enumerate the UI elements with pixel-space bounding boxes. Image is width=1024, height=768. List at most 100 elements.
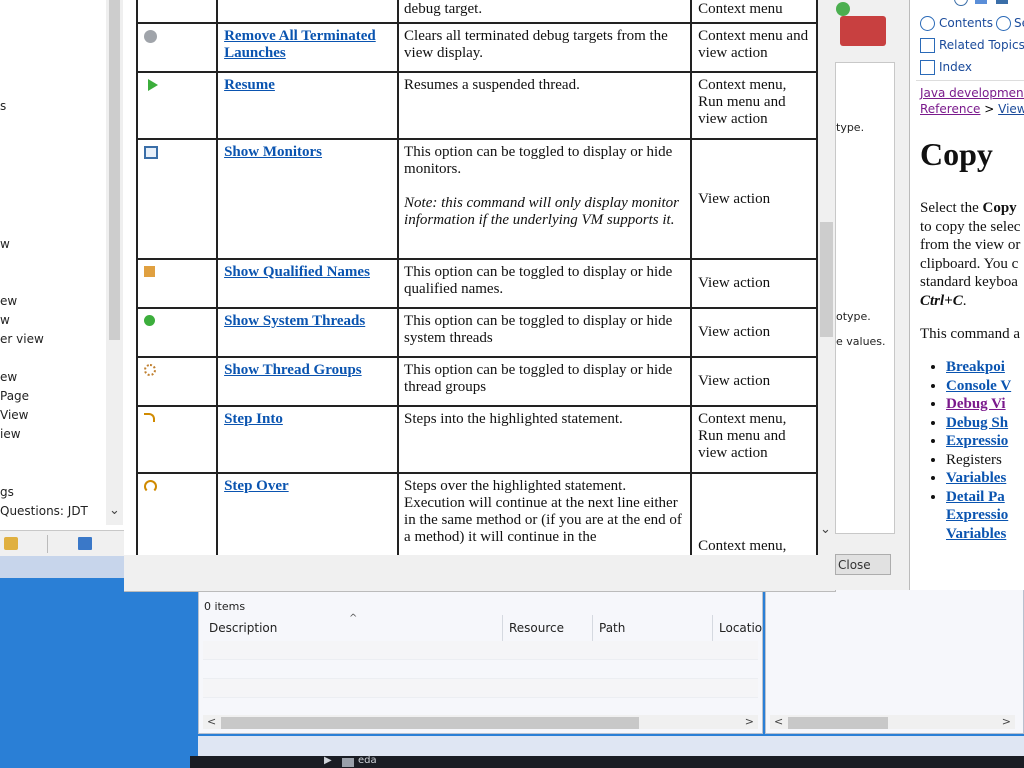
link-console[interactable]: Console V [946, 378, 1011, 394]
table-row: Resume Resumes a suspended thread. Conte… [135, 71, 818, 140]
row-desc: Steps into the highlighted statement. [397, 405, 693, 474]
command-link-resume[interactable]: Resume [224, 77, 275, 93]
command-link-show-thread-groups[interactable]: Show Thread Groups [224, 362, 362, 378]
nav-item[interactable]: s [0, 99, 6, 113]
row-desc: This option can be toggled to display or… [397, 356, 693, 407]
chevron-down-icon[interactable]: ⌄ [820, 522, 831, 537]
row-name-cell: Remove All Terminated Launches [216, 22, 400, 73]
link-expressions-continued[interactable]: Expressio [946, 507, 1008, 523]
nav-tab-bar [0, 530, 124, 556]
breadcrumb-views[interactable]: Views [998, 102, 1024, 116]
list-item: Expressio [946, 432, 1011, 451]
nav-item[interactable]: View [0, 408, 28, 422]
link-variables-continued[interactable]: Variables [946, 526, 1006, 542]
command-link-show-system-threads[interactable]: Show System Threads [224, 313, 365, 329]
nav-vertical-scrollbar[interactable]: ⌄ [106, 0, 123, 525]
sync-icon[interactable] [975, 0, 987, 4]
nav-item[interactable]: er view [0, 332, 44, 346]
table-row: debug target. Context menu [135, 0, 818, 24]
content-vertical-scrollbar[interactable]: ⌄ [818, 0, 835, 555]
toolbar-related-link[interactable]: Related Topics [939, 38, 1024, 52]
row-name-cell: Step Into [216, 405, 400, 474]
text: to copy the selec [920, 218, 1021, 235]
index-icon [920, 60, 935, 75]
problems-horizontal-scrollbar[interactable]: < > [203, 715, 758, 729]
help-content-frame: debug target. Context menu Remove All Te… [124, 0, 818, 555]
folder-icon[interactable] [342, 758, 354, 767]
nav-item[interactable]: iew [0, 427, 21, 441]
problems-table-body [203, 641, 758, 717]
row-location: Context menu [690, 0, 818, 24]
row-icon-cell [135, 138, 219, 260]
row-note: Note: this command will only display mon… [404, 195, 680, 228]
toolbar-search-link[interactable]: Se [1014, 16, 1024, 30]
run-icon[interactable] [836, 2, 850, 16]
scrollbar-thumb[interactable] [221, 717, 639, 729]
help-panel: Contents Se Related Topics Index Java de… [909, 0, 1024, 590]
column-location[interactable]: Locatio [713, 615, 762, 641]
scrollbar-thumb[interactable] [109, 0, 120, 340]
book-icon[interactable] [78, 537, 92, 550]
link-debug-view[interactable]: Debug Vi [946, 396, 1006, 412]
help-icon[interactable] [954, 0, 968, 6]
scrollbar-thumb[interactable] [788, 717, 888, 729]
row-desc: This option can be toggled to display or… [397, 307, 693, 358]
row-desc: debug target. [397, 0, 693, 24]
nav-item[interactable]: w [0, 237, 10, 251]
breadcrumb-java-development[interactable]: Java development u [920, 86, 1024, 100]
row-icon-cell [135, 472, 219, 555]
nav-item[interactable]: ew [0, 370, 17, 384]
row-location: View action [690, 356, 818, 407]
command-link-remove-all[interactable]: Remove All Terminated Launches [224, 28, 376, 61]
scrollbar-thumb[interactable] [820, 222, 833, 337]
text: Select the [920, 200, 983, 216]
nav-item[interactable]: Page [0, 389, 29, 403]
link-breakpoints[interactable]: Breakpoi [946, 359, 1005, 375]
play-icon[interactable]: ▶ [324, 755, 332, 766]
command-link-show-monitors[interactable]: Show Monitors [224, 144, 322, 160]
bookmarks-icon[interactable] [4, 537, 18, 550]
command-link-show-qualified-names[interactable]: Show Qualified Names [224, 264, 370, 280]
system-threads-icon [144, 315, 155, 326]
command-table: debug target. Context menu Remove All Te… [135, 0, 818, 555]
breadcrumb: Reference > Views > [920, 102, 1024, 116]
row-location: View action [690, 258, 818, 309]
nav-item[interactable]: w [0, 313, 10, 327]
nav-item[interactable]: ew [0, 294, 17, 308]
close-button[interactable]: Close [835, 554, 891, 575]
breadcrumb-reference[interactable]: Reference [920, 102, 980, 116]
table-row [203, 641, 758, 660]
dialog-text: otype. [836, 310, 871, 323]
taskbar-label[interactable]: eda [358, 755, 377, 766]
toolbar-index-link[interactable]: Index [939, 60, 972, 74]
taskbar: ▶ eda [190, 755, 1024, 768]
scroll-right-icon[interactable]: > [1002, 715, 1011, 728]
step-into-icon [144, 413, 155, 422]
toolbar-contents-link[interactable]: Contents [939, 16, 993, 30]
link-detail-pane[interactable]: Detail Pa [946, 489, 1005, 505]
table-row [203, 679, 758, 698]
related-topics-icon [920, 38, 935, 53]
scroll-left-icon[interactable]: < [207, 715, 216, 728]
text: clipboard. You c [920, 255, 1019, 272]
print-icon[interactable] [996, 0, 1008, 4]
column-path[interactable]: Path [593, 615, 713, 641]
nav-item[interactable]: gs [0, 485, 14, 499]
dialog-text: e values. [836, 335, 886, 348]
link-debug-shell[interactable]: Debug Sh [946, 415, 1008, 431]
command-link-step-over[interactable]: Step Over [224, 478, 289, 494]
chevron-down-icon[interactable]: ⌄ [109, 503, 120, 518]
scroll-right-icon[interactable]: > [745, 715, 754, 728]
secondary-horizontal-scrollbar[interactable]: < > [770, 715, 1015, 729]
scroll-left-icon[interactable]: < [774, 715, 783, 728]
column-resource[interactable]: Resource [503, 615, 593, 641]
monitors-icon [144, 146, 158, 159]
link-variables[interactable]: Variables [946, 470, 1006, 486]
command-link-step-into[interactable]: Step Into [224, 411, 283, 427]
nav-item[interactable]: Questions: JDT [0, 504, 88, 518]
text: from the view or [920, 237, 1021, 253]
row-icon-cell [135, 258, 219, 309]
thread-groups-icon [144, 364, 156, 376]
link-expressions[interactable]: Expressio [946, 433, 1008, 449]
table-row: Show Monitors This option can be toggled… [135, 138, 818, 260]
